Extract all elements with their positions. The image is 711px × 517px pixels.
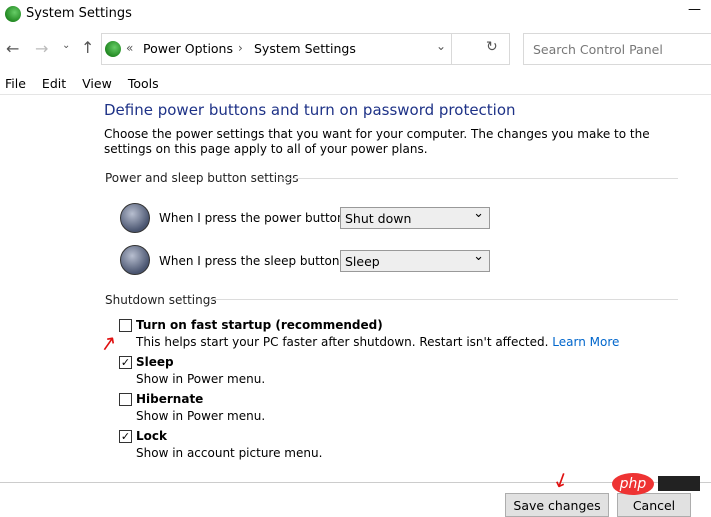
address-bar[interactable]: « Power Options › System Settings ⌄ ↻	[101, 33, 510, 65]
cancel-button[interactable]: Cancel	[617, 493, 691, 517]
address-dropdown-icon[interactable]: ⌄	[436, 39, 446, 53]
watermark-logo: php	[612, 473, 654, 495]
hibernate-checkbox[interactable]	[119, 393, 132, 406]
sleep-button-label: When I press the sleep button:	[159, 254, 344, 268]
sleep-button-select[interactable]: Sleep	[340, 249, 490, 272]
annotation-arrow-icon: ↑	[94, 329, 123, 359]
sleep-button-icon	[120, 245, 150, 275]
minimize-button[interactable]: —	[688, 2, 701, 17]
fast-startup-desc: This helps start your PC faster after sh…	[136, 335, 549, 349]
power-section-label: Power and sleep button settings	[105, 171, 299, 185]
lock-checkbox[interactable]: ✓	[119, 430, 132, 443]
learn-more-link[interactable]: Learn More	[552, 335, 619, 349]
power-options-icon	[105, 41, 121, 57]
recent-dropdown[interactable]: ⌄	[62, 40, 70, 51]
back-button[interactable]: ←	[6, 39, 19, 58]
sleep-title: Sleep	[136, 355, 174, 369]
page-description: Choose the power settings that you want …	[104, 127, 650, 156]
up-button[interactable]: ↑	[81, 38, 94, 57]
forward-button[interactable]: →	[35, 39, 48, 58]
fast-startup-checkbox[interactable]	[119, 319, 132, 332]
crumb-system-settings[interactable]: System Settings	[254, 41, 356, 56]
app-icon	[5, 6, 21, 22]
hibernate-title: Hibernate	[136, 392, 204, 406]
menu-file[interactable]: File	[5, 76, 26, 91]
power-button-select[interactable]: Shut down	[340, 206, 490, 229]
hibernate-desc: Show in Power menu.	[136, 409, 266, 423]
save-changes-button[interactable]: Save changes	[505, 493, 609, 517]
crumb-separator: ›	[238, 41, 243, 55]
shutdown-section-label: Shutdown settings	[105, 293, 217, 307]
sleep-desc: Show in Power menu.	[136, 372, 266, 386]
lock-title: Lock	[136, 429, 167, 443]
window-title: System Settings	[26, 6, 132, 21]
power-button-label: When I press the power button:	[159, 211, 349, 225]
menu-edit[interactable]: Edit	[42, 76, 66, 91]
page-title: Define power buttons and turn on passwor…	[104, 101, 516, 119]
crumb-power-options[interactable]: Power Options	[143, 41, 233, 56]
refresh-icon[interactable]: ↻	[486, 39, 498, 55]
power-button-icon	[120, 203, 150, 233]
watermark-bar	[658, 476, 700, 491]
fast-startup-title: Turn on fast startup (recommended)	[136, 318, 383, 332]
sleep-checkbox[interactable]: ✓	[119, 356, 132, 369]
lock-desc: Show in account picture menu.	[136, 446, 323, 460]
search-input[interactable]: Search Control Panel	[523, 33, 711, 65]
menu-divider	[0, 94, 711, 95]
overflow-chevron[interactable]: «	[126, 41, 133, 55]
menu-view[interactable]: View	[82, 76, 112, 91]
annotation-arrow-icon: ↑	[549, 465, 574, 495]
menu-tools[interactable]: Tools	[128, 76, 159, 91]
